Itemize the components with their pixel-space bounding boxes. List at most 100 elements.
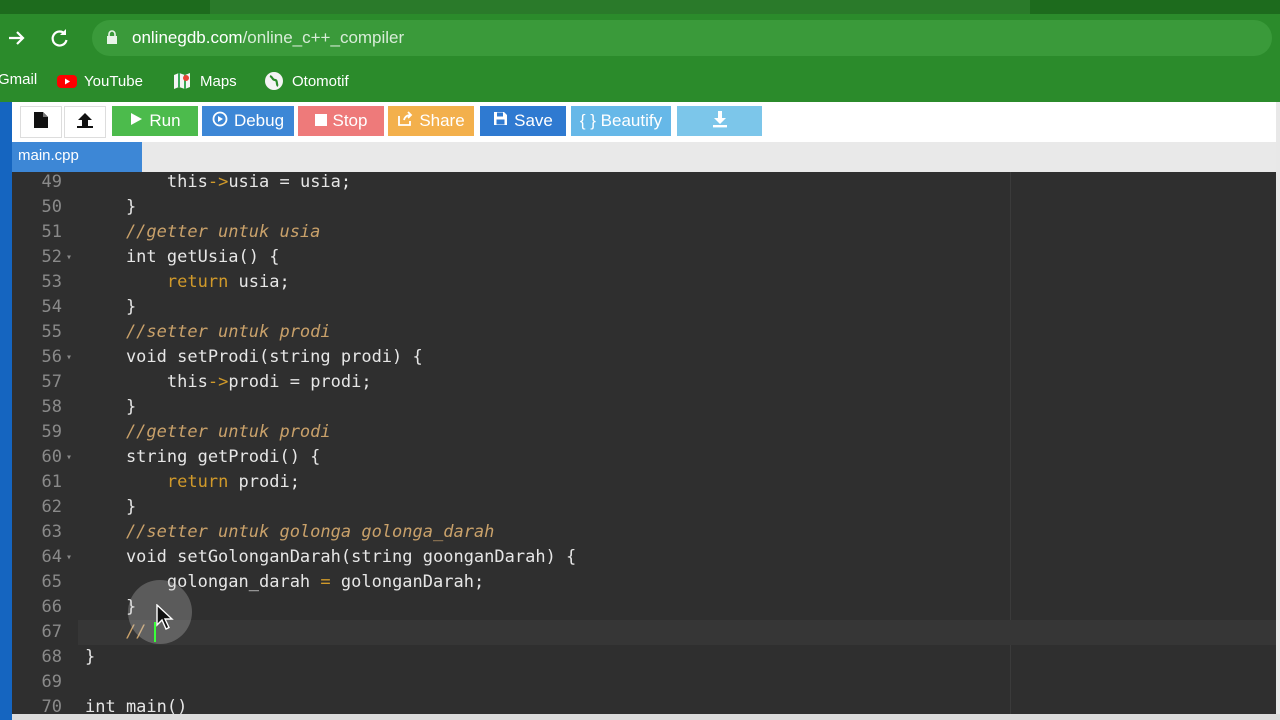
code-line[interactable]: 58 } (12, 395, 1276, 420)
code-line[interactable]: 61 return prodi; (12, 470, 1276, 495)
line-number: 69 (41, 672, 62, 692)
line-number: 67 (41, 622, 62, 642)
code-line[interactable]: 62 } (12, 495, 1276, 520)
run-label: Run (149, 111, 181, 130)
floppy-disk-icon (493, 111, 508, 131)
share-icon (397, 110, 413, 132)
line-number: 63 (41, 522, 62, 542)
new-file-button[interactable] (20, 106, 62, 138)
line-number: 68 (41, 647, 62, 667)
forward-arrow-icon[interactable] (6, 27, 28, 53)
download-button[interactable] (677, 106, 762, 136)
code-line[interactable]: 70 int main() (12, 695, 1276, 714)
code-line[interactable]: 65 golongan_darah = golonganDarah; (12, 570, 1276, 595)
line-number: 55 (41, 322, 62, 342)
line-number: 59 (41, 422, 62, 442)
code-text: void setGolonganDarah(string goonganDara… (85, 547, 577, 567)
bookmark-maps[interactable]: Maps (172, 71, 237, 91)
reload-icon[interactable] (48, 27, 70, 53)
youtube-icon (56, 71, 77, 91)
horizontal-scrollbar[interactable] (12, 714, 1280, 720)
code-line[interactable]: 53 return usia; (12, 270, 1276, 295)
code-text: string getProdi() { (85, 447, 321, 467)
ide-toolbar: Run Debug Stop Share Save { } Beautify (0, 102, 1276, 142)
bookmark-label: Maps (200, 72, 237, 90)
bookmark-gmail[interactable]: Gmail (0, 71, 37, 88)
code-text: } (85, 497, 137, 517)
code-line[interactable]: 66 } (12, 595, 1276, 620)
fold-arrow-icon[interactable]: ▾ (66, 345, 72, 370)
code-line[interactable]: 69 (12, 670, 1276, 695)
line-number: 60 (41, 447, 62, 467)
line-number: 52 (41, 247, 62, 267)
debug-icon (212, 111, 228, 132)
file-tab-bar: main.cpp (12, 142, 1276, 172)
code-text: return prodi; (166, 472, 300, 492)
code-text: return usia; (166, 272, 290, 292)
globe-icon (264, 71, 284, 91)
stop-icon (314, 111, 327, 131)
code-text: this->prodi = prodi; (85, 372, 372, 392)
code-line[interactable]: 63 //setter untuk golonga golonga_darah (12, 520, 1276, 545)
code-line[interactable]: 55 //setter untuk prodi (12, 320, 1276, 345)
code-editor[interactable]: 49 this->usia = usia; 50 } 51 //getter u… (12, 172, 1276, 714)
mouse-pointer-icon (156, 603, 174, 635)
line-number: 53 (41, 272, 62, 292)
fold-arrow-icon[interactable]: ▾ (66, 245, 72, 270)
share-button[interactable]: Share (388, 106, 474, 136)
code-line[interactable]: 60 ▾ string getProdi() { (12, 445, 1276, 470)
code-line[interactable]: 56 ▾ void setProdi(string prodi) { (12, 345, 1276, 370)
code-line[interactable]: 57 this->prodi = prodi; (12, 370, 1276, 395)
debug-button[interactable]: Debug (202, 106, 294, 136)
line-number: 61 (41, 472, 62, 492)
code-line[interactable]: 49 this->usia = usia; (12, 172, 1276, 195)
file-tab-label: main.cpp (18, 147, 79, 164)
share-label: Share (419, 111, 465, 130)
bookmark-youtube[interactable]: YouTube (56, 71, 143, 91)
line-number: 57 (41, 372, 62, 392)
save-label: Save (514, 111, 553, 130)
line-number: 64 (41, 547, 62, 567)
code-line-active[interactable]: 67 // (12, 620, 1276, 645)
line-number: 70 (41, 697, 62, 714)
right-edge (1276, 102, 1280, 720)
code-comment: //setter untuk golonga golonga_darah (85, 522, 495, 542)
code-line[interactable]: 54 } (12, 295, 1276, 320)
url-text: onlinegdb.com/online_c++_compiler (132, 28, 405, 47)
fold-arrow-icon[interactable]: ▾ (66, 445, 72, 470)
bookmark-otomotif[interactable]: Otomotif (264, 71, 349, 91)
browser-tab-strip (0, 0, 1280, 14)
code-comment: //setter untuk prodi (85, 322, 331, 342)
play-icon (129, 111, 143, 131)
bookmark-label: YouTube (84, 72, 143, 90)
code-text: int main() (85, 697, 188, 714)
run-button[interactable]: Run (112, 106, 198, 136)
code-line[interactable]: 51 //getter untuk usia (12, 220, 1276, 245)
beautify-button[interactable]: { } Beautify (571, 106, 671, 136)
upload-icon (75, 111, 95, 134)
line-number: 62 (41, 497, 62, 517)
stop-button[interactable]: Stop (298, 106, 384, 136)
line-number: 58 (41, 397, 62, 417)
browser-active-tab[interactable] (210, 0, 1030, 14)
bookmarks-bar: Gmail YouTube Maps Otomotif (0, 62, 1280, 102)
upload-button[interactable] (64, 106, 106, 138)
code-text: int getUsia() { (85, 247, 280, 267)
code-text: } (85, 647, 96, 667)
fold-arrow-icon[interactable]: ▾ (66, 545, 72, 570)
code-line[interactable]: 59 //getter untuk prodi (12, 420, 1276, 445)
code-text: void setProdi(string prodi) { (85, 347, 423, 367)
stop-label: Stop (332, 111, 368, 130)
code-line[interactable]: 68 } (12, 645, 1276, 670)
debug-label: Debug (233, 111, 285, 130)
line-number: 66 (41, 597, 62, 617)
code-line[interactable]: 64 ▾ void setGolonganDarah(string goonga… (12, 545, 1276, 570)
tab-main-cpp[interactable]: main.cpp (12, 142, 142, 172)
url-omnibox[interactable]: onlinegdb.com/online_c++_compiler (92, 20, 1272, 56)
code-line[interactable]: 52 ▾ int getUsia() { (12, 245, 1276, 270)
code-line[interactable]: 50 } (12, 195, 1276, 220)
save-button[interactable]: Save (480, 106, 566, 136)
code-comment: //getter untuk prodi (85, 422, 331, 442)
code-text: this->usia = usia; (85, 172, 352, 192)
new-file-icon (33, 111, 49, 134)
